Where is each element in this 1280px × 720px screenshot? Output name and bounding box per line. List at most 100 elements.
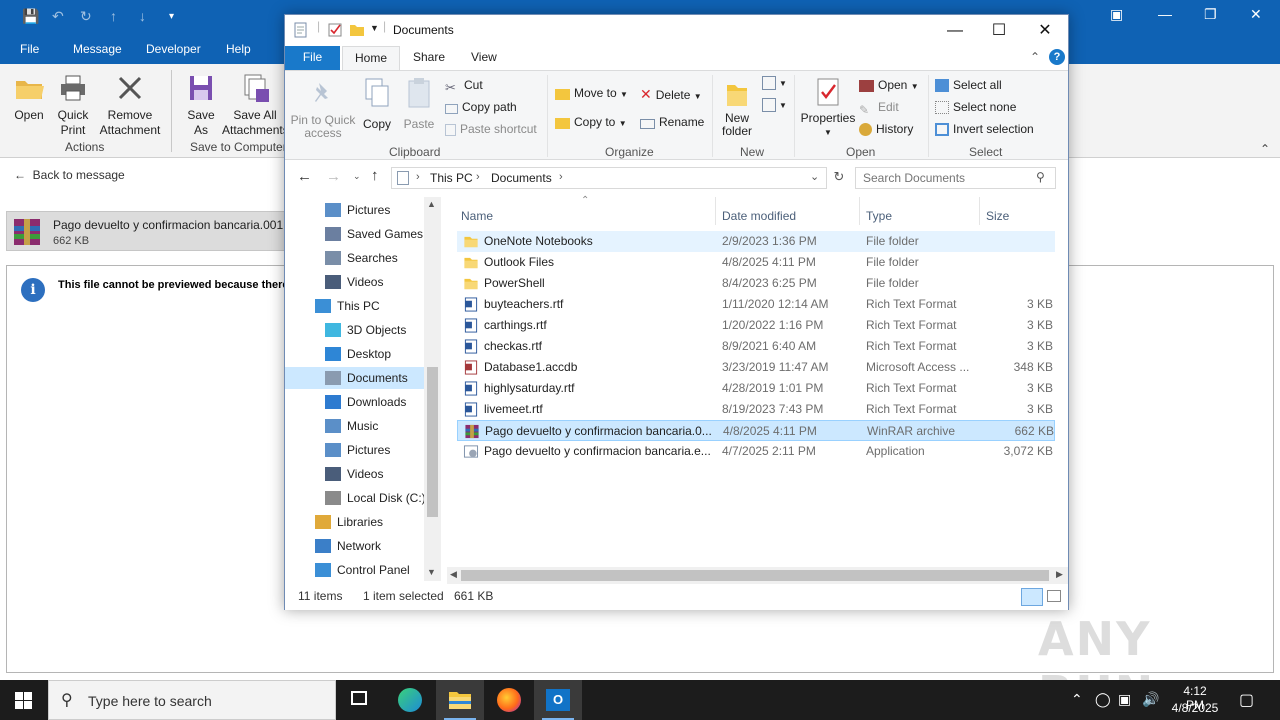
new-item-icon[interactable] [762, 76, 776, 90]
nav-item-saved-games[interactable]: Saved Games [285, 223, 424, 245]
customize-qat-icon[interactable]: ▾ [169, 11, 174, 22]
nav-item-desktop[interactable]: Desktop [285, 343, 424, 365]
windows-start-icon[interactable] [15, 692, 32, 709]
file-row[interactable]: Database1.accdb 3/23/2019 11:47 AM Microso… [457, 357, 1055, 378]
navigation-scrollbar[interactable]: ▲ ▼ [424, 197, 441, 581]
file-row[interactable]: Outlook Files 4/8/2025 4:11 PM File folder [457, 252, 1055, 273]
large-icons-view-icon[interactable] [1047, 590, 1061, 602]
save-all-attachments-button[interactable]: Save All Attachments [222, 72, 289, 138]
tab-view[interactable]: View [459, 46, 509, 70]
address-box[interactable]: › This PC › Documents › ⌄ [391, 167, 827, 189]
dropdown-arrow-icon[interactable]: ▼ [779, 101, 787, 110]
nav-item-videos[interactable]: Videos [285, 463, 424, 485]
new-folder-button[interactable]: New folder [717, 77, 757, 138]
file-row[interactable]: buyteachers.rtf 1/11/2020 12:14 AM Rich Te… [457, 294, 1055, 315]
select-none-button[interactable]: Select none [935, 100, 1016, 114]
nav-item-control-panel[interactable]: Control Panel [285, 559, 424, 581]
attachment-item[interactable]: Pago devuelto y confirmacion bancaria.00… [6, 211, 286, 251]
copy-to-button[interactable]: Copy to ▼ [555, 115, 627, 129]
nav-item-pictures[interactable]: Pictures [285, 439, 424, 461]
file-row[interactable]: checkas.rtf 8/9/2021 6:40 AM Rich Text For… [457, 336, 1055, 357]
rename-button[interactable]: Rename [640, 115, 704, 129]
pin-to-quick-access-button[interactable]: Pin to Quick access [289, 81, 357, 140]
customize-qat-icon[interactable]: ▼ [370, 23, 379, 33]
tab-file[interactable]: File [20, 42, 39, 56]
column-divider[interactable] [859, 197, 860, 225]
column-header-size[interactable]: Size [986, 209, 1009, 223]
history-button[interactable]: History [859, 122, 913, 136]
open-attachment-button[interactable]: Open [8, 72, 50, 123]
scroll-down-icon[interactable]: ▼ [427, 567, 436, 577]
edge-button[interactable] [386, 680, 434, 720]
horizontal-scrollbar[interactable]: ◀ ▶ [447, 567, 1068, 584]
column-divider[interactable] [979, 197, 980, 225]
nav-item-this-pc[interactable]: This PC [285, 295, 424, 317]
volume-icon[interactable]: 🔊 [1142, 691, 1159, 708]
scroll-thumb[interactable] [427, 367, 438, 517]
nav-item-downloads[interactable]: Downloads [285, 391, 424, 413]
save-as-button[interactable]: Save As [180, 72, 222, 138]
nav-item-libraries[interactable]: Libraries [285, 511, 424, 533]
down-arrow-icon[interactable]: ↓ [139, 8, 146, 24]
cut-button[interactable]: ✂ Cut [445, 78, 483, 95]
forward-arrow-icon[interactable]: → [326, 168, 341, 185]
collapse-ribbon-icon[interactable]: ⌃ [1260, 142, 1270, 156]
close-button[interactable]: ✕ [1022, 19, 1068, 43]
file-row[interactable]: highlysaturday.rtf 4/28/2019 1:01 PM Rich … [457, 378, 1055, 399]
nav-item-videos[interactable]: Videos [285, 271, 424, 293]
nav-item-3d-objects[interactable]: 3D Objects [285, 319, 424, 341]
restore-icon[interactable]: ❐ [1204, 6, 1217, 23]
file-row[interactable]: Pago devuelto y confirmacion bancaria.0.… [457, 420, 1055, 441]
close-icon[interactable]: ✕ [1250, 6, 1262, 23]
undo-icon[interactable]: ↶ [52, 8, 64, 25]
redo-icon[interactable]: ↻ [80, 8, 92, 25]
move-to-button[interactable]: Move to ▼ [555, 86, 628, 100]
back-to-message-link[interactable]: ← Back to message [14, 168, 125, 182]
paste-shortcut-button[interactable]: Paste shortcut [445, 122, 537, 136]
column-header-name[interactable]: Name [461, 209, 493, 223]
minimize-button[interactable]: — [932, 19, 978, 43]
minimize-icon[interactable]: — [1158, 6, 1172, 22]
details-view-icon[interactable] [1021, 588, 1043, 606]
nav-item-pictures[interactable]: Pictures [285, 199, 424, 221]
edit-button[interactable]: ✎ Edit [859, 100, 899, 117]
breadcrumb-this-pc[interactable]: This PC [430, 171, 473, 185]
notifications-icon[interactable]: ▢ [1239, 690, 1254, 710]
firefox-button[interactable] [485, 680, 533, 720]
delete-button[interactable]: ✕ Delete ▼ [640, 86, 702, 103]
save-icon[interactable]: 💾 [22, 8, 39, 25]
remove-attachment-button[interactable]: Remove Attachment [96, 72, 164, 138]
task-view-button[interactable] [336, 680, 384, 720]
taskbar-search-box[interactable]: ⚲ Type here to search [48, 680, 336, 720]
address-dropdown-icon[interactable]: ⌄ [810, 170, 819, 183]
file-row[interactable]: livemeet.rtf 8/19/2023 7:43 PM Rich Text F… [457, 399, 1055, 420]
nav-item-local-disk-c[interactable]: Local Disk (C:) [285, 487, 426, 509]
select-all-button[interactable]: Select all [935, 78, 1002, 92]
file-row[interactable]: Pago devuelto y confirmacion bancaria.e.… [457, 441, 1055, 462]
scroll-left-icon[interactable]: ◀ [450, 569, 457, 580]
tab-developer[interactable]: Developer [146, 42, 201, 56]
search-input[interactable] [863, 171, 1033, 185]
tab-home[interactable]: Home [342, 46, 401, 71]
breadcrumb-documents[interactable]: Documents [491, 171, 552, 185]
copy-path-button[interactable]: Copy path [445, 100, 517, 114]
recent-locations-icon[interactable]: ⌄ [353, 171, 361, 182]
nav-item-documents[interactable]: Documents [285, 367, 424, 389]
quick-print-button[interactable]: Quick Print [52, 72, 94, 138]
tab-share[interactable]: Share [401, 46, 457, 70]
back-arrow-icon[interactable]: ← [297, 168, 312, 185]
nav-item-network[interactable]: Network [285, 535, 424, 557]
maximize-button[interactable]: ☐ [976, 19, 1022, 43]
clock-date[interactable]: 4/8/2025 [1168, 701, 1222, 715]
ribbon-display-icon[interactable]: ▣ [1110, 6, 1123, 23]
scroll-thumb[interactable] [461, 570, 1049, 581]
tab-help[interactable]: Help [226, 42, 251, 56]
paste-button[interactable]: Paste [399, 77, 439, 131]
scroll-up-icon[interactable]: ▲ [427, 199, 436, 209]
refresh-icon[interactable]: ↻ [829, 169, 849, 185]
collapse-ribbon-icon[interactable]: ⌃ [1030, 50, 1040, 64]
scroll-right-icon[interactable]: ▶ [1056, 569, 1063, 580]
nav-item-searches[interactable]: Searches [285, 247, 424, 269]
show-hidden-icons-icon[interactable]: ⌃ [1071, 691, 1083, 708]
help-icon[interactable]: ? [1049, 49, 1065, 65]
